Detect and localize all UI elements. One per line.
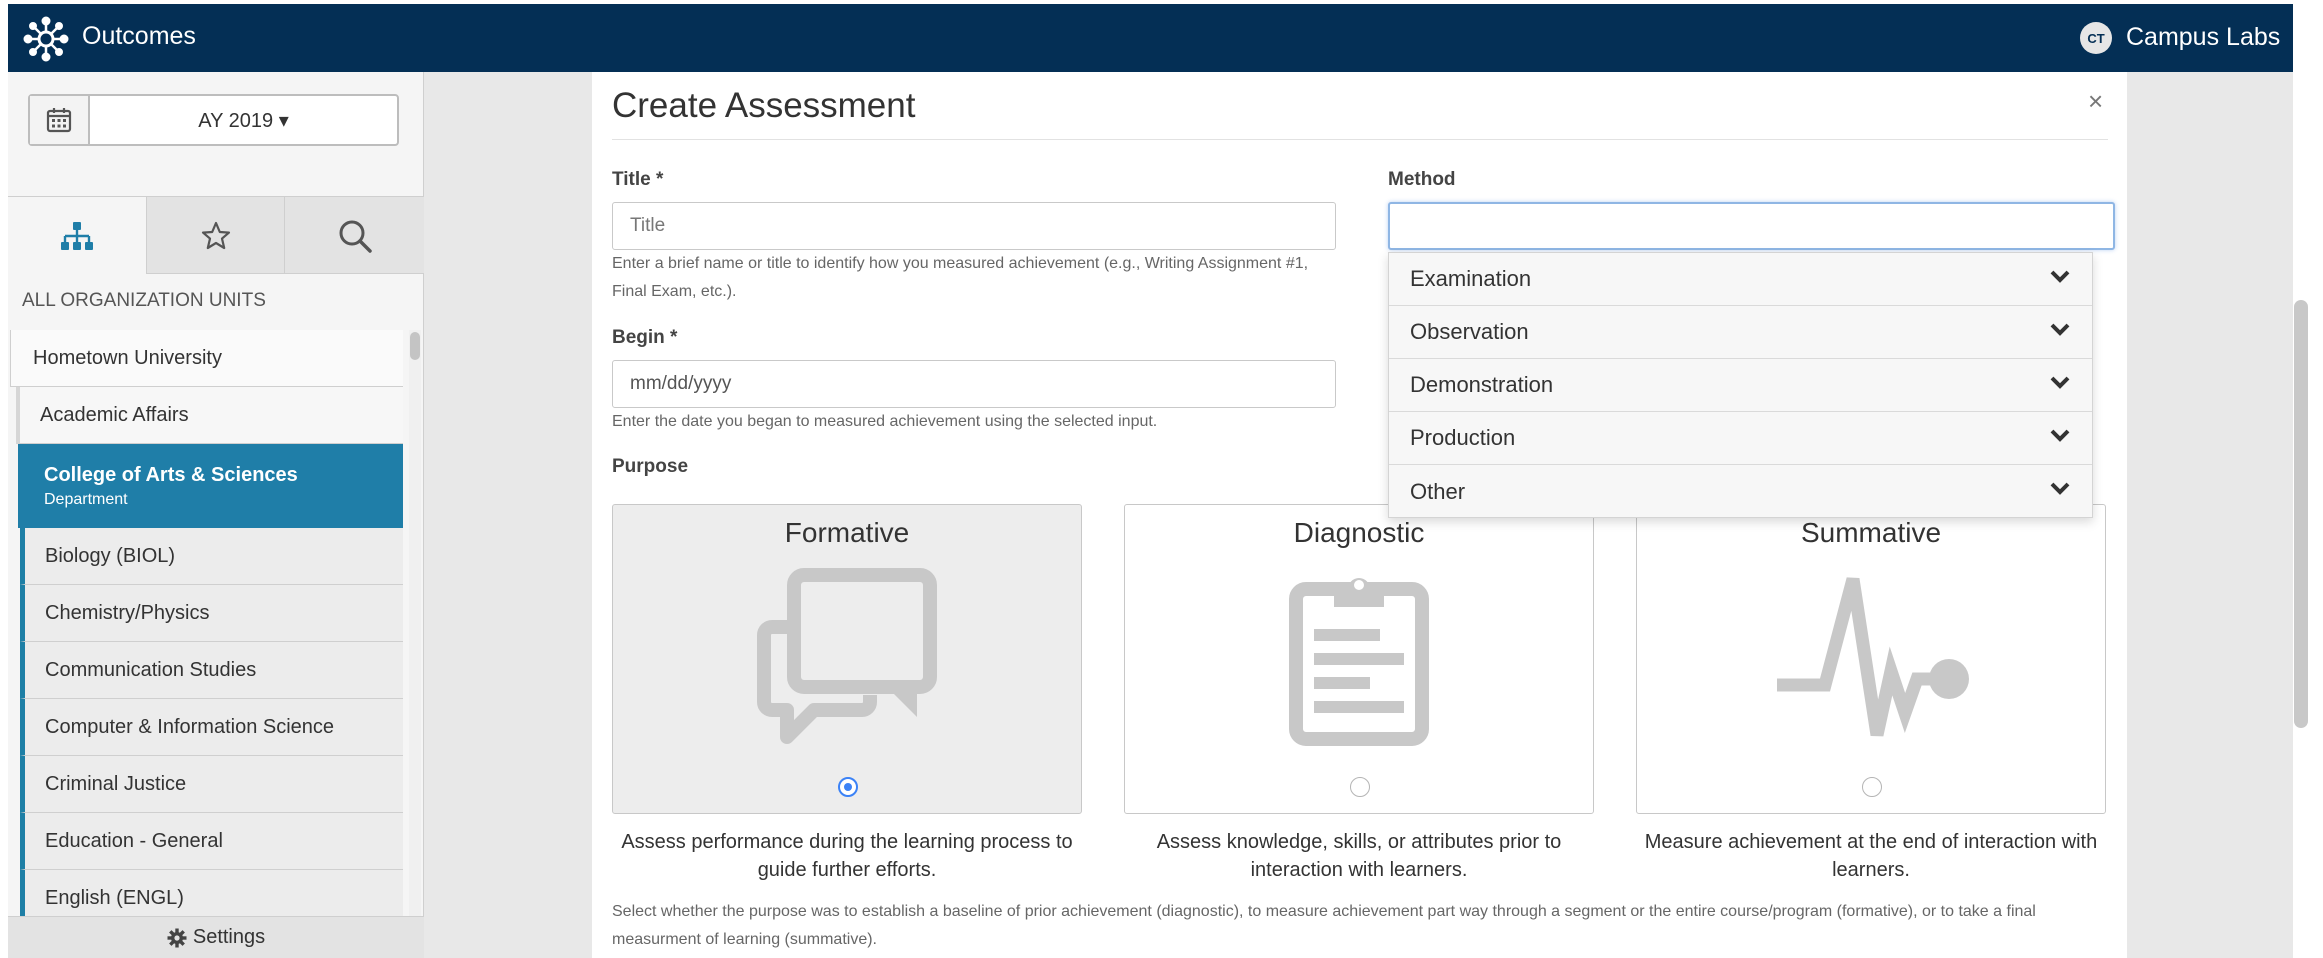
tree-scrollbar-thumb[interactable] bbox=[410, 332, 420, 360]
tree-item-computer-information-science[interactable]: Computer & Information Science bbox=[20, 699, 403, 756]
chevron-down-icon bbox=[2050, 429, 2070, 442]
formative-radio[interactable] bbox=[838, 777, 858, 797]
method-dropdown-menu: Examination Observation Demonstration Pr… bbox=[1388, 252, 2093, 518]
star-icon bbox=[201, 221, 230, 249]
gear-icon bbox=[167, 928, 187, 948]
sidebar-tabs bbox=[8, 196, 424, 274]
user-avatar[interactable]: CT bbox=[2080, 22, 2112, 54]
option-label: Production bbox=[1410, 425, 1516, 450]
settings-button[interactable]: Settings bbox=[8, 916, 424, 958]
tree-scrollbar[interactable] bbox=[409, 330, 421, 916]
modal-title: Create Assessment bbox=[612, 86, 916, 125]
formative-description: Assess performance during the learning p… bbox=[621, 831, 1073, 881]
chevron-down-icon bbox=[2050, 270, 2070, 283]
org-tree-icon bbox=[61, 221, 93, 250]
card-title: Diagnostic bbox=[1293, 517, 1425, 548]
pulse-icon bbox=[1637, 567, 2105, 747]
tree-item-hometown-university[interactable]: Hometown University bbox=[10, 330, 403, 387]
method-option-other[interactable]: Other bbox=[1389, 465, 2092, 518]
diagnostic-description: Assess knowledge, skills, or attributes … bbox=[1156, 831, 1562, 881]
purpose-card-formative[interactable]: Formative bbox=[612, 504, 1082, 814]
card-title: Formative bbox=[784, 517, 910, 548]
app-frame: Outcomes CT Campus Labs AY 2019 ▾ ALL OR… bbox=[8, 4, 2293, 958]
clipboard-icon bbox=[1125, 567, 1593, 747]
outcomes-logo-icon[interactable] bbox=[22, 15, 70, 63]
tree-item-english[interactable]: English (ENGL) bbox=[20, 870, 403, 916]
org-unit-tree: Hometown University Academic Affairs Col… bbox=[8, 330, 424, 916]
create-assessment-modal: Create Assessment × Title * Title Enter … bbox=[592, 72, 2127, 958]
tab-favorites[interactable] bbox=[147, 197, 285, 274]
app-title[interactable]: Outcomes bbox=[82, 22, 196, 51]
year-selector[interactable]: AY 2019 ▾ bbox=[28, 94, 399, 146]
chat-bubbles-icon bbox=[613, 567, 1081, 747]
summative-radio[interactable] bbox=[1862, 777, 1882, 797]
tab-org-tree[interactable] bbox=[8, 197, 147, 274]
method-option-demonstration[interactable]: Demonstration bbox=[1389, 359, 2092, 412]
begin-date-input[interactable]: mm/dd/yyyy bbox=[612, 360, 1336, 408]
tree-item-education-general[interactable]: Education - General bbox=[20, 813, 403, 870]
title-divider bbox=[612, 139, 2108, 140]
top-navbar: Outcomes CT Campus Labs bbox=[8, 4, 2293, 72]
calendar-icon[interactable] bbox=[30, 96, 90, 144]
tree-item-academic-affairs[interactable]: Academic Affairs bbox=[16, 387, 403, 444]
tree-item-criminal-justice[interactable]: Criminal Justice bbox=[20, 756, 403, 813]
tree-item-chemistry-physics[interactable]: Chemistry/Physics bbox=[20, 585, 403, 642]
method-field-label: Method bbox=[1388, 169, 1456, 190]
sidebar: AY 2019 ▾ ALL ORGANIZATION UNITS Hometow… bbox=[8, 72, 424, 958]
card-title: Summative bbox=[1800, 517, 1942, 548]
option-label: Demonstration bbox=[1410, 372, 1554, 397]
org-name-menu[interactable]: Campus Labs bbox=[2126, 23, 2280, 52]
page-scrollbar-track[interactable] bbox=[2291, 72, 2293, 958]
begin-help-text: Enter the date you began to measured ach… bbox=[612, 413, 1158, 430]
tree-item-type: Department bbox=[44, 490, 128, 508]
settings-label: Settings bbox=[192, 926, 266, 948]
tree-item-label: College of Arts & Sciences bbox=[44, 463, 298, 486]
close-icon[interactable]: × bbox=[2088, 86, 2103, 117]
tree-item-biology[interactable]: Biology (BIOL) bbox=[20, 528, 403, 585]
purpose-card-summative[interactable]: Summative bbox=[1636, 504, 2106, 814]
method-input[interactable] bbox=[1388, 202, 2115, 250]
year-dropdown-label[interactable]: AY 2019 ▾ bbox=[90, 96, 397, 144]
method-option-examination[interactable]: Examination bbox=[1389, 253, 2092, 306]
summative-description: Measure achievement at the end of intera… bbox=[1644, 831, 2098, 881]
diagnostic-radio[interactable] bbox=[1350, 777, 1370, 797]
option-label: Observation bbox=[1410, 319, 1529, 344]
units-heading: ALL ORGANIZATION UNITS bbox=[22, 290, 266, 311]
page-scrollbar-thumb[interactable] bbox=[2294, 300, 2308, 728]
tree-item-college-arts-sciences[interactable]: College of Arts & Sciences Department bbox=[18, 444, 403, 528]
purpose-label: Purpose bbox=[612, 456, 689, 477]
search-icon bbox=[339, 220, 372, 253]
chevron-down-icon bbox=[2050, 323, 2070, 336]
method-option-production[interactable]: Production bbox=[1389, 412, 2092, 465]
title-field-label: Title * bbox=[612, 169, 664, 190]
purpose-help-text: Select whether the purpose was to establ… bbox=[612, 903, 2036, 948]
title-input[interactable]: Title bbox=[612, 202, 1336, 250]
tab-search[interactable] bbox=[285, 197, 424, 274]
tree-item-communication-studies[interactable]: Communication Studies bbox=[20, 642, 403, 699]
begin-field-label: Begin * bbox=[612, 327, 678, 348]
chevron-down-icon bbox=[2050, 482, 2070, 495]
chevron-down-icon bbox=[2050, 376, 2070, 389]
purpose-card-diagnostic[interactable]: Diagnostic bbox=[1124, 504, 1594, 814]
method-option-observation[interactable]: Observation bbox=[1389, 306, 2092, 359]
option-label: Examination bbox=[1410, 266, 1532, 291]
title-help-text: Enter a brief name or title to identify … bbox=[612, 255, 1309, 300]
option-label: Other bbox=[1410, 478, 1466, 504]
